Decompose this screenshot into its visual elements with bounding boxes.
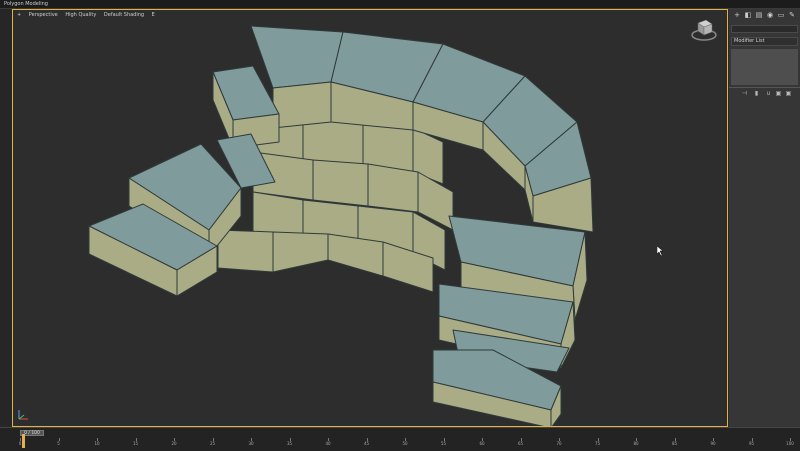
remove-modifier-icon[interactable]: ▣ [775,90,782,97]
create-icon[interactable]: + [733,11,741,19]
timeline-tick-label: 15 [132,441,139,446]
timeline-tick-label: 80 [633,441,639,446]
timeline-tick-label: 20 [171,441,177,446]
hierarchy-icon[interactable]: ▤ [755,11,763,19]
timeline-tick-label: 55 [440,441,447,446]
timeline-tick-label: 60 [479,441,485,446]
timeline-tick-label: 65 [517,441,524,446]
command-panel-tabs: + ◧ ▤ ◉ ▭ ✎ [731,11,798,21]
timeline-tick-label: 75 [594,441,601,446]
pin-stack-icon[interactable]: ⊣ [741,90,748,97]
timeline-tick-label: 45 [363,441,370,446]
timeline-tick-label: 0 [18,441,22,446]
viewcube-icon[interactable] [686,13,722,49]
display-icon[interactable]: ▭ [777,11,785,19]
timeline-tick-label: 10 [94,441,100,446]
make-unique-icon[interactable]: ∪ [765,90,772,97]
timeline-tick-label: 85 [671,441,678,446]
configure-sets-icon[interactable]: ▣ [785,90,792,97]
object-name-field[interactable] [731,25,798,33]
timeline-tick-label: 90 [710,441,716,446]
app-title: Polygon Modeling [4,1,48,7]
timeline[interactable]: 0 / 100 0 5 10 15 20 25 30 35 40 45 50 55 60 65 70 75 80… [0,427,800,451]
axis-tripod-icon [18,410,28,420]
utilities-icon[interactable]: ✎ [788,11,796,19]
panel-divider [729,87,800,88]
timeline-tick-label: 35 [286,441,293,446]
modify-icon[interactable]: ◧ [744,11,752,19]
mouse-cursor-icon [657,246,664,256]
motion-icon[interactable]: ◉ [766,11,774,19]
timeline-tick-label: 40 [325,441,331,446]
timeline-tick-label: 5 [57,441,60,446]
step-blocks-right [432,215,588,426]
playhead[interactable] [22,434,25,448]
timeline-tick-label: 70 [556,441,562,446]
timeline-tick-label: 25 [209,441,216,446]
stack-tools: ⊣ ▮ ∪ ▣ ▣ [731,90,798,99]
timeline-tick-label: 100 [786,441,794,446]
modifier-stack[interactable] [731,49,798,85]
timeline-tick-label: 95 [748,441,755,446]
menu-bar: Polygon Modeling [0,0,800,9]
stone-wall-scene [88,25,594,426]
perspective-viewport[interactable]: + Perspective High Quality Default Shadi… [12,9,728,427]
show-end-result-icon[interactable]: ▮ [753,90,760,97]
timeline-tick-label: 30 [248,441,254,446]
timeline-ruler[interactable]: 0 5 10 15 20 25 30 35 40 45 50 55 60 65 70 75 80 85 90 95 10… [16,438,800,450]
modifier-list-dropdown[interactable]: Modifier List [731,37,798,46]
timeline-tick-label: 50 [402,441,408,446]
command-panel: + ◧ ▤ ◉ ▭ ✎ Modifier List ⊣ ▮ ∪ ▣ ▣ [729,9,800,427]
